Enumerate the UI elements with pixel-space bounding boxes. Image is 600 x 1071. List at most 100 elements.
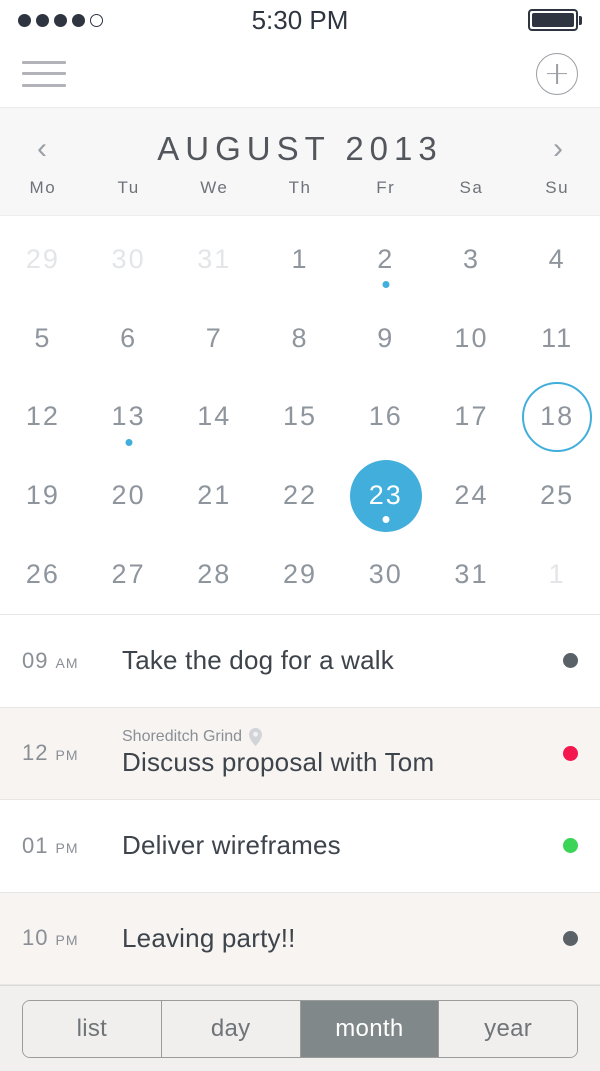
calendar-day-12[interactable]: 12 xyxy=(0,378,86,457)
day-event-dot xyxy=(382,281,390,289)
calendar-day-26[interactable]: 26 xyxy=(0,535,86,614)
day-number: 19 xyxy=(25,480,60,511)
calendar-day-17[interactable]: 17 xyxy=(429,378,515,457)
weekday-label-fr: Fr xyxy=(376,177,396,197)
day-number: 27 xyxy=(111,559,146,590)
day-number: 7 xyxy=(205,322,223,353)
calendar-day-25[interactable]: 25 xyxy=(514,456,600,535)
calendar-day-1[interactable]: 1 xyxy=(257,220,343,299)
calendar-day-5[interactable]: 5 xyxy=(0,299,86,378)
signal-dot-1 xyxy=(18,13,31,27)
day-number: 31 xyxy=(454,559,489,590)
weekday-label-sa: Sa xyxy=(459,177,484,197)
event-location: Shoreditch Grind xyxy=(122,728,563,747)
day-event-dot xyxy=(382,515,390,523)
day-number: 4 xyxy=(548,243,566,274)
day-number: 9 xyxy=(377,322,395,353)
signal-strength-indicator xyxy=(18,13,103,27)
day-number: 6 xyxy=(120,322,138,353)
event-body: Take the dog for a walk xyxy=(114,645,563,676)
battery-full-icon xyxy=(528,9,582,31)
add-plus-circle-icon[interactable] xyxy=(536,52,578,95)
view-segment-year[interactable]: year xyxy=(439,1000,577,1057)
calendar-day-16[interactable]: 16 xyxy=(343,378,429,457)
view-segment-month[interactable]: month xyxy=(300,1000,440,1057)
calendar-day-18-today[interactable]: 18 xyxy=(514,378,600,457)
calendar-day-23-selected[interactable]: 23 xyxy=(343,456,429,535)
map-pin-icon xyxy=(249,728,263,747)
event-title: Take the dog for a walk xyxy=(122,645,394,676)
calendar-day-9[interactable]: 9 xyxy=(343,299,429,378)
day-number: 22 xyxy=(282,480,318,511)
day-number: 28 xyxy=(197,559,232,590)
calendar-day-13[interactable]: 13 xyxy=(86,378,172,457)
event-row[interactable]: 10 PM Leaving party!! xyxy=(0,892,600,985)
event-list: 09 AM Take the dog for a walk 12 PM Shoreditc… xyxy=(0,614,600,985)
month-title: AUGUST 2013 xyxy=(157,129,443,167)
weekday-label-we: We xyxy=(200,177,229,197)
day-number: 29 xyxy=(25,243,60,274)
calendar-day-24[interactable]: 24 xyxy=(429,456,515,535)
calendar-week-row: 5 6 7 8 9 10 11 xyxy=(0,299,600,378)
calendar-day-15[interactable]: 15 xyxy=(257,378,343,457)
calendar-app: 5:30 PM ‹ AUGUST 2013 › Mo Tu We Th Fr Sa Su 2… xyxy=(0,0,600,1071)
day-number: 13 xyxy=(111,401,146,432)
calendar-day-30[interactable]: 30 xyxy=(343,535,429,614)
calendar-day-8[interactable]: 8 xyxy=(257,299,343,378)
event-time: 09 AM xyxy=(22,648,114,674)
view-segment-list[interactable]: list xyxy=(23,1000,162,1057)
next-month-chevron-icon[interactable]: › xyxy=(542,133,574,164)
day-number: 10 xyxy=(454,322,489,353)
event-title: Discuss proposal with Tom xyxy=(122,747,435,778)
calendar-week-row: 29 30 31 1 2 3 4 xyxy=(0,220,600,299)
calendar-day-3[interactable]: 3 xyxy=(429,220,515,299)
calendar-day-20[interactable]: 20 xyxy=(86,456,172,535)
calendar-day-31[interactable]: 31 xyxy=(429,535,515,614)
hamburger-menu-icon[interactable] xyxy=(22,60,66,87)
day-event-dot xyxy=(125,438,133,446)
nav-bar xyxy=(0,40,600,108)
calendar-day-21[interactable]: 21 xyxy=(171,456,257,535)
day-number: 3 xyxy=(462,243,480,274)
day-number: 14 xyxy=(197,401,232,432)
calendar-day-6[interactable]: 6 xyxy=(86,299,172,378)
calendar-day-31[interactable]: 31 xyxy=(171,220,257,299)
view-segment-day[interactable]: day xyxy=(161,1000,301,1057)
signal-dot-3 xyxy=(54,13,67,27)
event-row[interactable]: 01 PM Deliver wireframes xyxy=(0,800,600,893)
calendar-day-11[interactable]: 11 xyxy=(514,299,600,378)
event-ampm: PM xyxy=(55,747,79,764)
calendar-day-30[interactable]: 30 xyxy=(86,220,172,299)
calendar-day-27[interactable]: 27 xyxy=(86,535,172,614)
calendar-day-22[interactable]: 22 xyxy=(257,456,343,535)
day-number: 1 xyxy=(548,559,566,590)
calendar-day-29[interactable]: 29 xyxy=(0,220,86,299)
signal-dot-4 xyxy=(72,13,85,27)
calendar-day-19[interactable]: 19 xyxy=(0,456,86,535)
day-number: 25 xyxy=(540,480,575,511)
calendar-day-29[interactable]: 29 xyxy=(257,535,343,614)
event-location-text: Shoreditch Grind xyxy=(122,728,243,746)
calendar-day-28[interactable]: 28 xyxy=(171,535,257,614)
event-hour: 10 xyxy=(22,925,49,951)
event-row[interactable]: 12 PM Shoreditch Grind Discuss proposal wit… xyxy=(0,707,600,800)
event-hour: 12 xyxy=(22,740,49,766)
calendar-day-10[interactable]: 10 xyxy=(429,299,515,378)
signal-dot-2 xyxy=(36,13,49,27)
event-time: 01 PM xyxy=(22,833,114,859)
event-row[interactable]: 09 AM Take the dog for a walk xyxy=(0,615,600,708)
weekday-label-mo: Mo xyxy=(29,177,57,197)
calendar-day-4[interactable]: 4 xyxy=(514,220,600,299)
calendar-day-2[interactable]: 2 xyxy=(343,220,429,299)
weekday-label-su: Su xyxy=(545,177,570,197)
day-number: 18 xyxy=(540,401,575,432)
calendar-day-7[interactable]: 7 xyxy=(171,299,257,378)
day-number: 17 xyxy=(454,401,489,432)
event-ampm: PM xyxy=(55,839,79,856)
event-body: Deliver wireframes xyxy=(114,830,563,861)
calendar-day-1[interactable]: 1 xyxy=(514,535,600,614)
day-number: 11 xyxy=(541,322,574,353)
event-category-dot xyxy=(563,838,578,854)
calendar-day-14[interactable]: 14 xyxy=(171,378,257,457)
prev-month-chevron-icon[interactable]: ‹ xyxy=(26,133,58,164)
